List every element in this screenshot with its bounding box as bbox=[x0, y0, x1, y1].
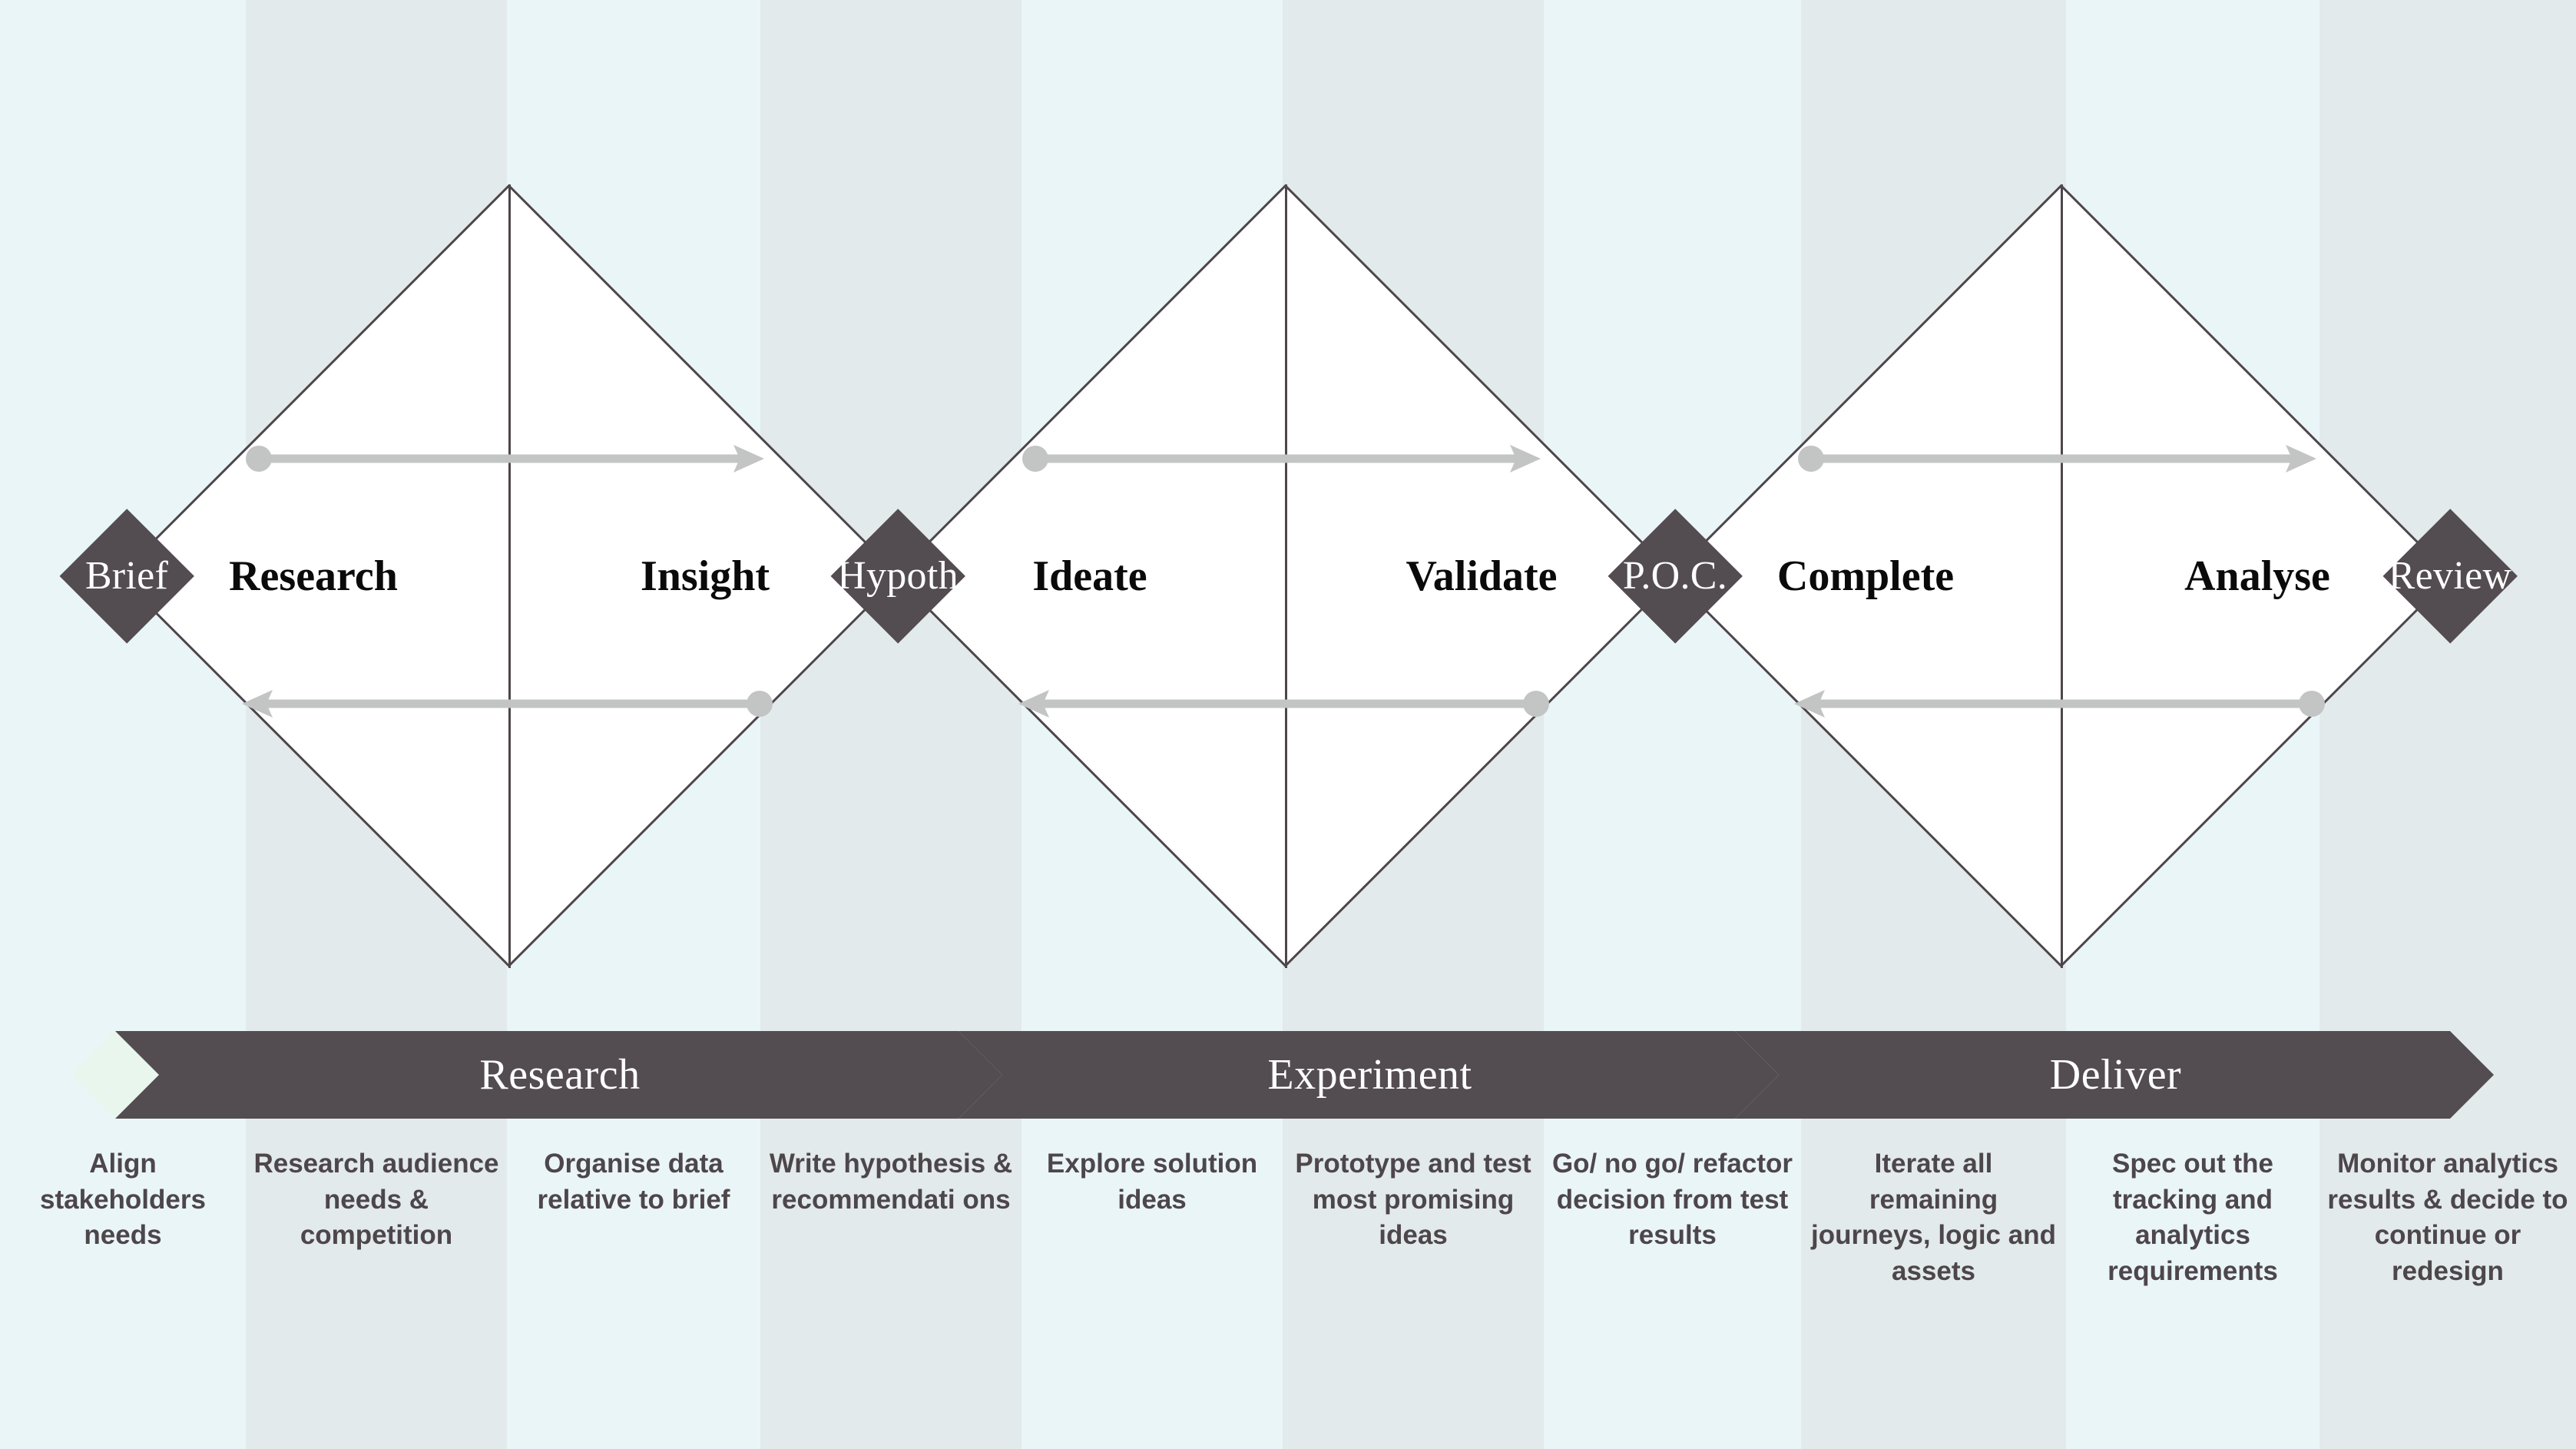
activity-caption-analyse: Spec out the tracking and analytics requ… bbox=[2107, 1149, 2278, 1286]
phase-label-ideate: Ideate bbox=[1032, 552, 1147, 600]
phase-label-insight: Insight bbox=[640, 552, 770, 600]
activity-caption-insight: Organise data relative to brief bbox=[537, 1149, 730, 1215]
activity-caption-research: Research audience needs & competition bbox=[253, 1149, 499, 1251]
converge-arrow-2 bbox=[1018, 690, 1549, 718]
stage-bar-label-experiment: Experiment bbox=[1267, 1051, 1472, 1099]
activity-caption-review: Monitor analytics results & decide to co… bbox=[2327, 1149, 2568, 1286]
diagram-canvas: Research Insight Ideate Validate Complete Ana… bbox=[0, 0, 2576, 1449]
activity-caption-brief: Align stakeholders needs bbox=[40, 1149, 206, 1251]
converge-arrow-3 bbox=[1794, 690, 2325, 718]
activity-caption-poc: Go/ no go/ refactor decision from test r… bbox=[1551, 1149, 1793, 1251]
diverge-arrow-2 bbox=[1022, 445, 1541, 472]
diverge-arrow-1 bbox=[246, 445, 764, 472]
phase-label-validate: Validate bbox=[1406, 552, 1558, 600]
diamond-center-divider-1 bbox=[508, 184, 511, 968]
milestone-label-review: Review bbox=[2388, 554, 2512, 598]
diamond-center-divider-3 bbox=[2060, 184, 2063, 968]
phase-label-research: Research bbox=[229, 552, 398, 600]
phase-label-complete: Complete bbox=[1776, 552, 1955, 600]
column-stripe-hypoth bbox=[760, 0, 1021, 1449]
converge-arrow-1 bbox=[242, 690, 773, 718]
diamond-center-divider-2 bbox=[1284, 184, 1287, 968]
milestone-label-poc: P.O.C. bbox=[1622, 554, 1728, 598]
diverge-arrow-3 bbox=[1798, 445, 2316, 472]
milestone-label-brief: Brief bbox=[84, 554, 169, 598]
phase-label-analyse: Analyse bbox=[2184, 552, 2330, 600]
activity-caption-hypoth: Write hypothesis & recommendati ons bbox=[769, 1149, 1013, 1215]
stage-bar-label-research: Research bbox=[479, 1051, 641, 1099]
stage-bar-label-deliver: Deliver bbox=[2049, 1051, 2182, 1099]
milestone-label-hypoth: Hypoth bbox=[837, 554, 959, 598]
activity-caption-complete: Iterate all remaining journeys, logic an… bbox=[1811, 1149, 2056, 1286]
activity-caption-ideate: Explore solution ideas bbox=[1046, 1149, 1258, 1215]
activity-caption-validate: Prototype and test most promising ideas bbox=[1295, 1149, 1531, 1251]
